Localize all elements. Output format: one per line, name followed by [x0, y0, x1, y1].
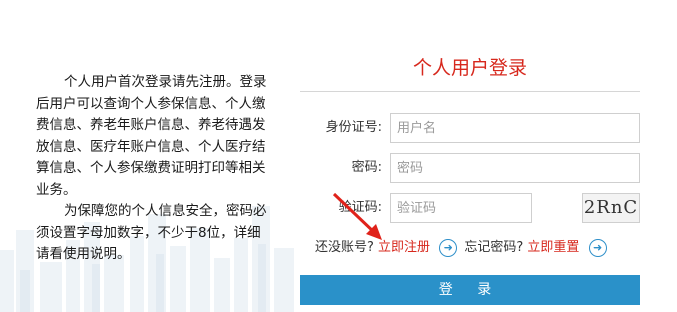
login-title: 个人用户登录 — [300, 50, 640, 92]
intro-paragraph-security: 为保障您的个人信息安全，密码必须设置字母加数字，不少于8位，详细请看使用说明。 — [36, 203, 267, 262]
reset-arrow-icon[interactable]: ➜ — [588, 239, 607, 257]
login-panel: 个人用户登录 身份证号: 密码: 验证码: 2RnC 还没账号? 立即注册 ➜ … — [300, 50, 640, 305]
password-row: 密码: — [300, 153, 640, 183]
red-pointer-arrow-icon — [332, 192, 382, 240]
login-button[interactable]: 登 录 — [300, 275, 640, 305]
intro-paragraph-registration: 个人用户首次登录请先注册。登录后用户可以查询个人参保信息、个人缴费信息、养老年账… — [36, 74, 267, 198]
forgot-password-text: 忘记密码? — [464, 240, 524, 255]
id-number-row: 身份证号: — [300, 113, 640, 143]
id-number-label: 身份证号: — [325, 120, 382, 135]
reset-password-link[interactable]: 立即重置 — [527, 237, 579, 259]
captcha-input[interactable] — [390, 193, 532, 223]
intro-text: 个人用户首次登录请先注册。登录后用户可以查询个人参保信息、个人缴费信息、养老年账… — [36, 72, 270, 266]
id-number-input[interactable] — [390, 113, 640, 143]
register-arrow-icon[interactable]: ➜ — [439, 239, 458, 257]
password-label: 密码: — [351, 160, 382, 175]
password-input[interactable] — [390, 153, 640, 183]
captcha-image[interactable]: 2RnC — [582, 193, 640, 223]
